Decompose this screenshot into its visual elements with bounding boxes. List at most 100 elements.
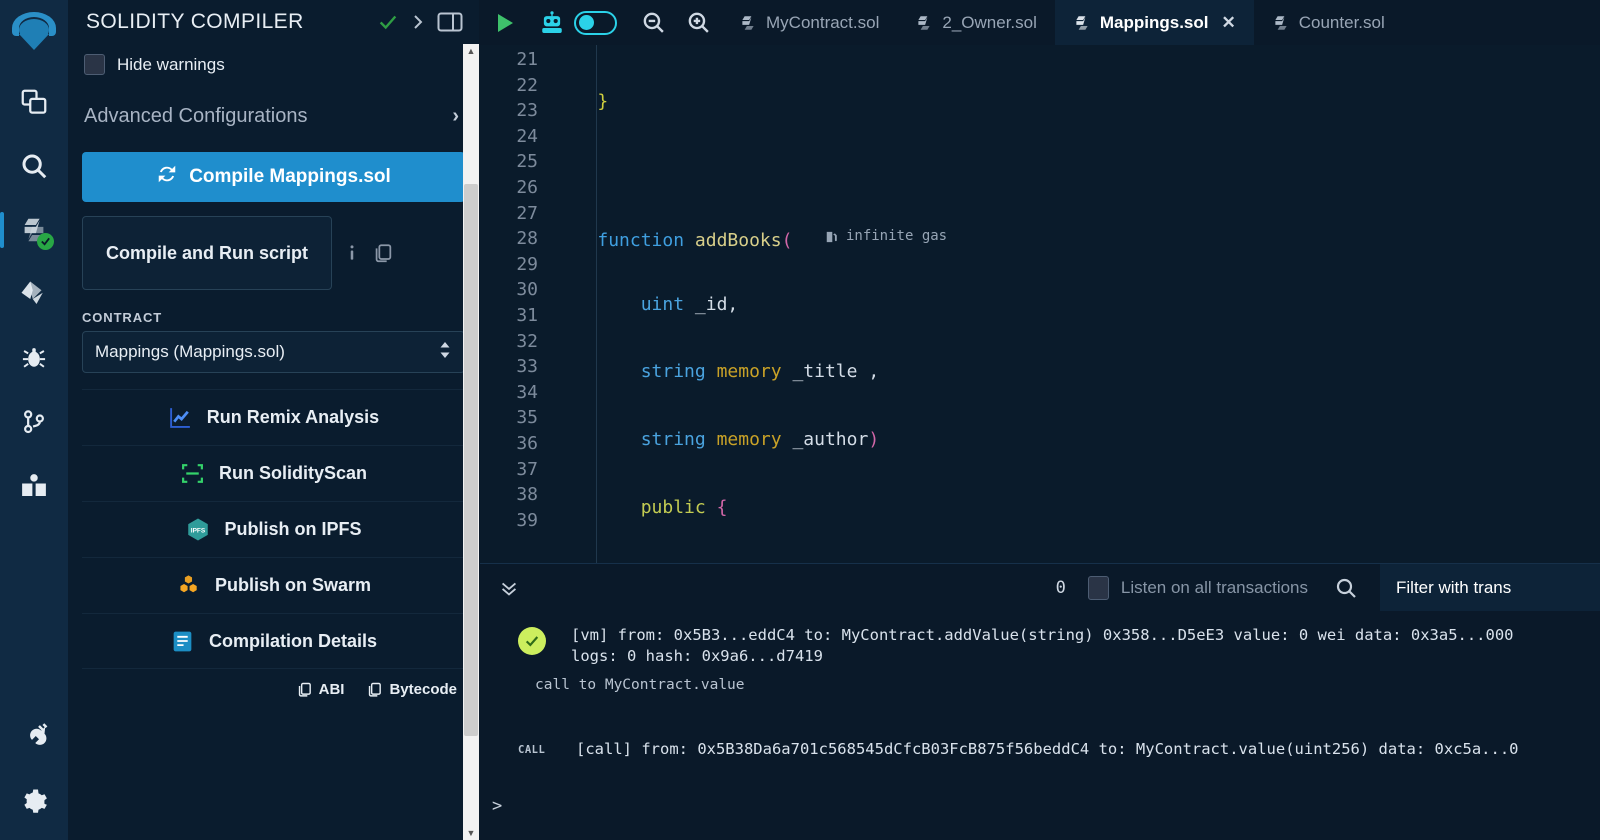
- sidebar-item-deploy-run[interactable]: [0, 268, 68, 320]
- refresh-icon: [156, 163, 178, 191]
- line-number: 29: [516, 253, 538, 275]
- toggle-knob: [579, 15, 594, 30]
- scroll-up-arrow[interactable]: ▲: [463, 44, 479, 58]
- tab-counter-sol[interactable]: Counter.sol: [1254, 0, 1403, 45]
- line-number: 26: [516, 176, 538, 198]
- line-number: 36: [516, 432, 538, 454]
- terminal-prompt[interactable]: >: [480, 796, 1600, 816]
- plugin-label: Compilation Details: [208, 630, 378, 651]
- info-icon[interactable]: [342, 242, 362, 264]
- line-number: 28: [516, 228, 538, 250]
- rail-primary-icons: [0, 76, 68, 512]
- tab-label: MyContract.sol: [766, 12, 880, 32]
- sidebar-item-solidity-compiler[interactable]: [0, 204, 68, 256]
- copy-icon[interactable]: [372, 242, 394, 264]
- compile-button[interactable]: Compile Mappings.sol: [82, 152, 465, 202]
- ipfs-icon: IPFS: [185, 517, 211, 543]
- sidebar-item-git[interactable]: [0, 396, 68, 448]
- run-solidityscan-button[interactable]: Run SolidityScan: [82, 445, 465, 501]
- zoom-in-icon[interactable]: [675, 0, 721, 45]
- line-number: 22: [516, 74, 538, 96]
- code-editor[interactable]: 21 22 23 24 25 26 27 28 29 30 31 32 33 3…: [480, 45, 1600, 563]
- line-number: 39: [516, 509, 538, 531]
- tab-2-owner-sol[interactable]: 2_Owner.sol: [897, 0, 1055, 45]
- rail-bottom-icons: [0, 710, 68, 840]
- code-line: books[_id] = Book(_title, _author);: [554, 562, 1600, 563]
- icon-rail: [0, 0, 68, 840]
- line-number: 23: [516, 100, 538, 122]
- tab-label: Mappings.sol: [1099, 12, 1209, 32]
- close-icon[interactable]: ✕: [1222, 13, 1236, 33]
- check-icon: [377, 11, 399, 33]
- search-icon[interactable]: [1334, 576, 1358, 600]
- plugin-actions-list: Run Remix Analysis Run SolidityScan IPFS…: [82, 389, 465, 669]
- log-line-1: [vm] from: 0x5B3...eddC4 to: MyContract.…: [571, 626, 1514, 644]
- line-number: 34: [516, 381, 538, 403]
- advanced-configurations-toggle[interactable]: Advanced Configurations ›: [82, 103, 465, 130]
- scroll-down-arrow[interactable]: ▼: [463, 826, 479, 840]
- run-remix-analysis-button[interactable]: Run Remix Analysis: [82, 389, 465, 445]
- line-number: 33: [516, 356, 538, 378]
- panel-scrollbar[interactable]: ▲ ▼: [463, 44, 479, 840]
- filter-transactions-input[interactable]: Filter with trans: [1380, 564, 1600, 611]
- code-surface[interactable]: } function addBooks( infinite gas uint _…: [554, 45, 1600, 563]
- hide-warnings-label: Hide warnings: [117, 54, 225, 74]
- chevron-right-icon[interactable]: [409, 12, 427, 32]
- compile-button-label: Compile Mappings.sol: [189, 166, 391, 187]
- abi-label: ABI: [318, 681, 345, 698]
- code-line: string memory _author): [640, 428, 880, 450]
- robot-icon[interactable]: [530, 0, 574, 45]
- sidebar-item-learneth[interactable]: [0, 460, 68, 512]
- publish-on-ipfs-button[interactable]: IPFS Publish on IPFS: [82, 501, 465, 557]
- publish-on-swarm-button[interactable]: Publish on Swarm: [82, 557, 465, 613]
- play-icon[interactable]: [480, 0, 530, 45]
- tab-label: 2_Owner.sol: [942, 12, 1037, 32]
- plugin-label: Run SolidityScan: [218, 463, 368, 483]
- compile-and-run-row: Compile and Run script: [82, 216, 465, 290]
- terminal-log[interactable]: [vm] from: 0x5B3...eddC4 to: MyContract.…: [480, 611, 1600, 840]
- compilation-details-button[interactable]: Compilation Details: [82, 613, 465, 669]
- swarm-icon: [176, 573, 202, 599]
- tab-mappings-sol[interactable]: Mappings.sol ✕: [1054, 0, 1254, 45]
- tab-mycontract-sol[interactable]: MyContract.sol: [721, 0, 897, 45]
- line-number: 24: [516, 125, 538, 147]
- zoom-out-icon[interactable]: [631, 0, 675, 45]
- ai-toggle-switch[interactable]: [574, 10, 617, 35]
- line-number: 25: [516, 151, 538, 173]
- code-line: }: [554, 91, 609, 112]
- contract-select[interactable]: Mappings (Mappings.sol): [82, 331, 465, 373]
- remix-ide-window: SOLIDITY COMPILER Hide warnings Advanced…: [0, 0, 1600, 840]
- listen-all-transactions-label: Listen on all transactions: [1120, 577, 1308, 597]
- page-title: SOLIDITY COMPILER: [86, 10, 304, 33]
- code-line: uint _id,: [640, 293, 739, 315]
- plugin-label: Publish on IPFS: [224, 519, 362, 539]
- hide-warnings-row[interactable]: Hide warnings: [82, 54, 465, 75]
- scrollbar-thumb[interactable]: [464, 184, 478, 736]
- sidebar-item-settings[interactable]: [0, 776, 68, 828]
- chevron-updown-icon: [438, 340, 452, 365]
- layout-panel-icon[interactable]: [437, 11, 463, 33]
- sidebar-item-file-explorer[interactable]: [0, 76, 68, 128]
- main-area: MyContract.sol 2_Owner.sol Mappings.sol …: [480, 0, 1600, 840]
- copy-bytecode-button[interactable]: Bytecode: [366, 681, 457, 698]
- code-line: public {: [640, 496, 728, 518]
- log-entry-vm[interactable]: [vm] from: 0x5B3...eddC4 to: MyContract.…: [480, 625, 1600, 667]
- copy-abi-button[interactable]: ABI: [296, 681, 345, 698]
- line-number: 37: [516, 458, 538, 480]
- hide-warnings-checkbox[interactable]: [84, 54, 105, 75]
- line-number: 21: [516, 49, 538, 70]
- plugin-label: Run Remix Analysis: [206, 407, 380, 427]
- transaction-count: 0: [1055, 577, 1066, 598]
- advanced-configurations-label: Advanced Configurations: [84, 105, 308, 127]
- gas-estimate-hint: infinite gas: [825, 224, 947, 250]
- chevrons-down-icon[interactable]: [492, 577, 526, 599]
- sidebar-item-plugin-manager[interactable]: [0, 710, 68, 762]
- editor-toolbar: MyContract.sol 2_Owner.sol Mappings.sol …: [480, 0, 1600, 45]
- sidebar-item-debugger[interactable]: [0, 332, 68, 384]
- log-entry-call[interactable]: CALL [call] from: 0x5B38Da6a701c568545dC…: [480, 739, 1600, 760]
- scan-icon: [180, 461, 206, 487]
- compile-and-run-script-button[interactable]: Compile and Run script: [82, 216, 332, 290]
- sidebar-item-search[interactable]: [0, 140, 68, 192]
- listen-all-transactions-checkbox[interactable]: [1087, 575, 1109, 600]
